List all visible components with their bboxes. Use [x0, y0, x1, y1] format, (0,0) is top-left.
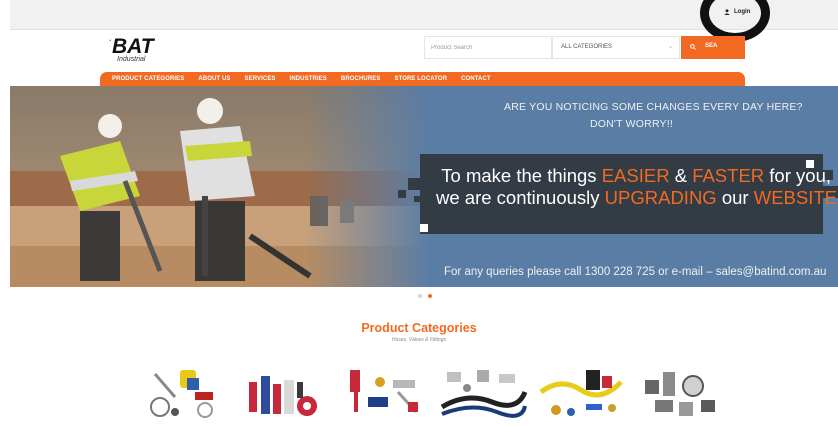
category-thumbnails	[140, 362, 725, 422]
category-valves-image[interactable]	[338, 362, 428, 422]
nav-industries[interactable]: INDUSTRIES	[290, 76, 327, 82]
nav-about-us[interactable]: ABOUT US	[198, 76, 230, 82]
msg-highlight: UPGRADING	[604, 187, 717, 208]
hero-subheadline: DON'T WORRY!!	[590, 118, 673, 130]
workers-photo	[10, 86, 430, 287]
nav-store-locator[interactable]: STORE LOCATOR	[394, 76, 447, 82]
msg-text: &	[669, 165, 693, 186]
hero-headline: ARE YOU NOTICING SOME CHANGES EVERY DAY …	[504, 101, 803, 113]
carousel-dot-2[interactable]	[428, 294, 432, 298]
logo-subtitle: Industrial	[117, 56, 146, 63]
msg-text: To make the things	[441, 165, 602, 186]
nav-services[interactable]: SERVICES	[245, 76, 276, 82]
msg-text: our	[716, 187, 754, 208]
pixel-deco	[408, 178, 420, 190]
category-select[interactable]: ALL CATEGORIES ⌄	[552, 36, 680, 59]
search-button[interactable]: SEA	[681, 36, 745, 59]
logo-text: BAT	[112, 35, 156, 58]
msg-highlight: FASTER	[692, 165, 765, 186]
hero-contact: For any queries please call 1300 228 725…	[444, 266, 827, 278]
category-fittings-tools-image[interactable]	[140, 362, 230, 422]
nav-brochures[interactable]: BROCHURES	[341, 76, 381, 82]
category-sealants-image[interactable]	[239, 362, 329, 422]
msg-highlight: WEBSITE	[753, 187, 837, 208]
hero-banner[interactable]: ARE YOU NOTICING SOME CHANGES EVERY DAY …	[10, 86, 838, 287]
nav-product-categories[interactable]: PRODUCT CATEGORIES	[112, 76, 184, 82]
category-select-value: ALL CATEGORIES	[561, 44, 613, 50]
hero-message: To make the things EASIER & FASTER for y…	[436, 165, 838, 209]
search-input[interactable]	[424, 36, 552, 59]
category-pneumatics-image[interactable]	[536, 362, 626, 422]
pixel-deco	[414, 196, 420, 202]
page-left-edge	[0, 0, 10, 426]
search-button-label: SEA	[705, 43, 718, 49]
carousel-dots	[418, 294, 432, 298]
carousel-dot-1[interactable]	[418, 294, 422, 298]
categories-subtitle: Hoses, Valves & Fittings	[391, 337, 446, 343]
pixel-deco	[398, 190, 406, 198]
msg-text: for you,	[764, 165, 831, 186]
search-icon	[690, 44, 696, 50]
categories-title: Product Categories	[361, 321, 477, 335]
chevron-down-icon: ⌄	[667, 44, 673, 50]
msg-text: we are continuously	[436, 187, 605, 208]
category-hoses-image[interactable]	[437, 362, 527, 422]
nav-contact[interactable]: CONTACT	[461, 76, 491, 82]
pixel-deco	[420, 224, 428, 232]
category-gauges-image[interactable]	[635, 362, 725, 422]
msg-highlight: EASIER	[601, 165, 670, 186]
main-nav: PRODUCT CATEGORIES ABOUT US SERVICES IND…	[100, 72, 745, 86]
